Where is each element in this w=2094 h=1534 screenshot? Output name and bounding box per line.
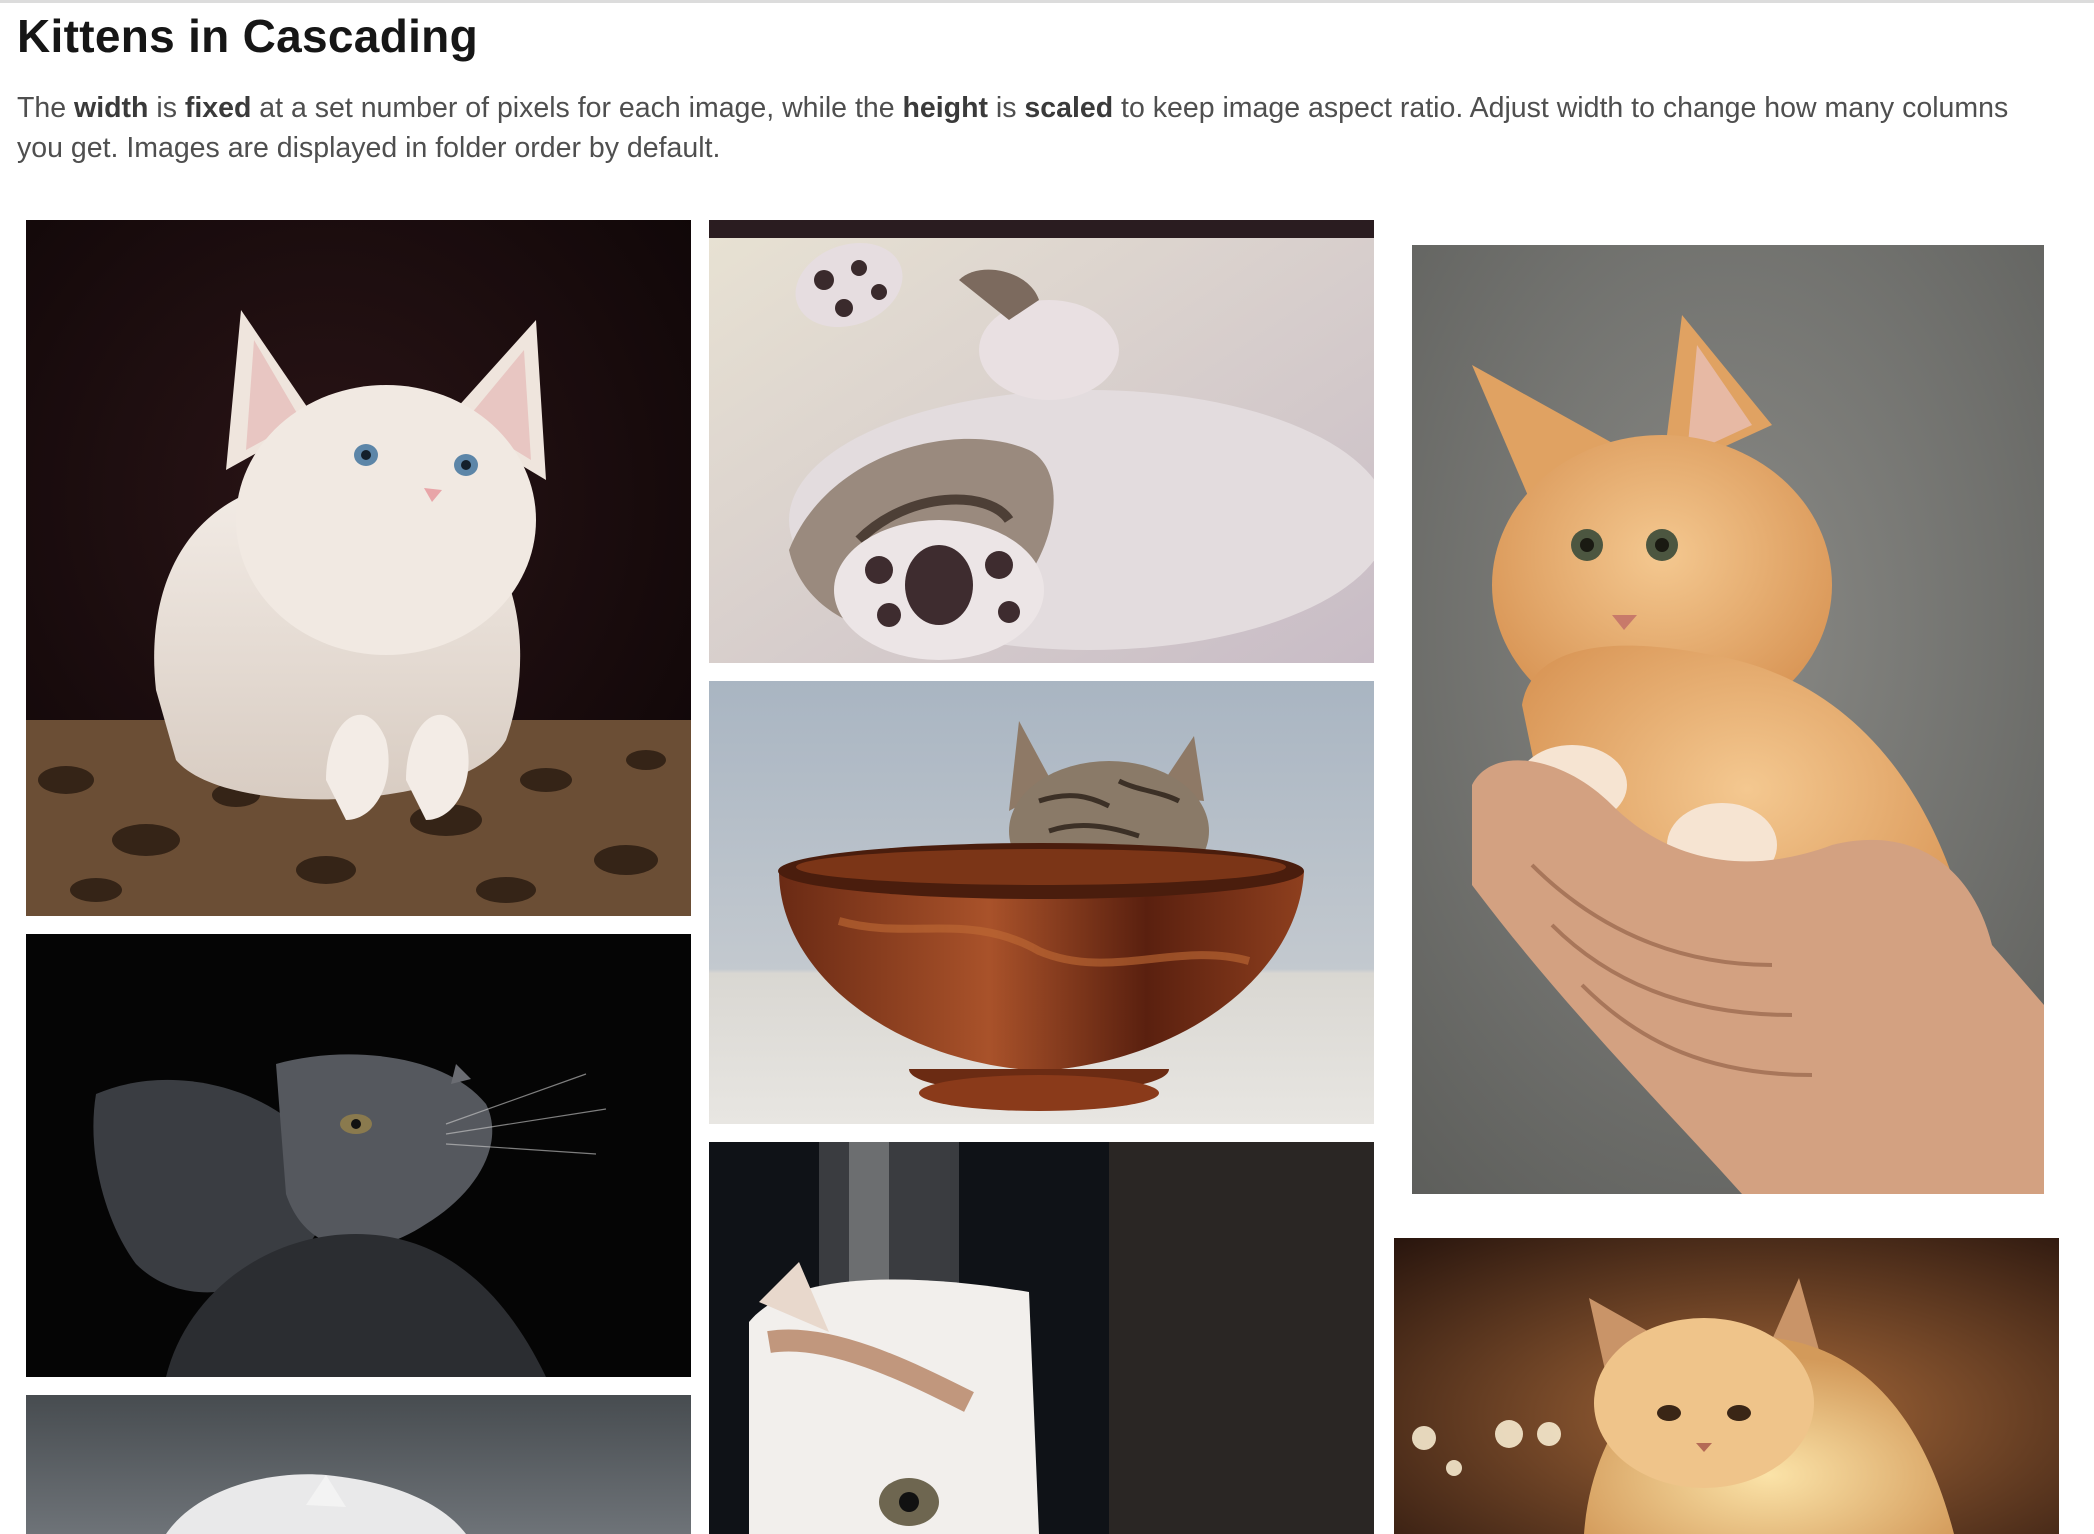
gray-kitten-illustration <box>26 934 691 1377</box>
desc-text-3: at a set number of pixels for each image… <box>251 92 903 124</box>
gallery-image-kitten-in-bowl[interactable] <box>709 681 1374 1124</box>
gallery-image-gray-kitten[interactable] <box>26 934 691 1377</box>
gallery-image-ginger-kitten-in-hand[interactable] <box>1412 245 2044 1194</box>
desc-bold-fixed: fixed <box>184 92 252 124</box>
kitten-warm-lights-illustration <box>1394 1238 2059 1534</box>
desc-text-2: is <box>148 92 185 124</box>
curtain-kitten-illustration <box>709 1142 1374 1534</box>
desc-bold-width: width <box>74 92 149 124</box>
page-title: Kittens in Cascading <box>17 10 478 62</box>
page-description: The width is fixed at a set number of pi… <box>17 88 2037 168</box>
desc-text-1: The <box>17 92 75 124</box>
top-border <box>0 0 2094 3</box>
gallery-image-kitten-warm-lights[interactable] <box>1394 1238 2059 1534</box>
desc-bold-height: height <box>902 92 988 124</box>
kitten-in-bowl-illustration <box>709 681 1374 1124</box>
sleeping-paws-kitten-illustration <box>709 220 1374 663</box>
gallery-image-curtain-kitten[interactable] <box>709 1142 1374 1534</box>
ginger-kitten-illustration <box>1412 245 2044 1194</box>
gallery-image-white-kitten-gray-bg[interactable] <box>26 1395 691 1534</box>
white-kitten-illustration <box>26 220 691 916</box>
white-kitten-gray-bg-illustration <box>26 1395 691 1534</box>
desc-text-4: is <box>987 92 1025 124</box>
gallery-image-sleeping-paws-kitten[interactable] <box>709 220 1374 663</box>
desc-bold-scaled: scaled <box>1024 92 1114 124</box>
gallery-image-white-kitten[interactable] <box>26 220 691 916</box>
